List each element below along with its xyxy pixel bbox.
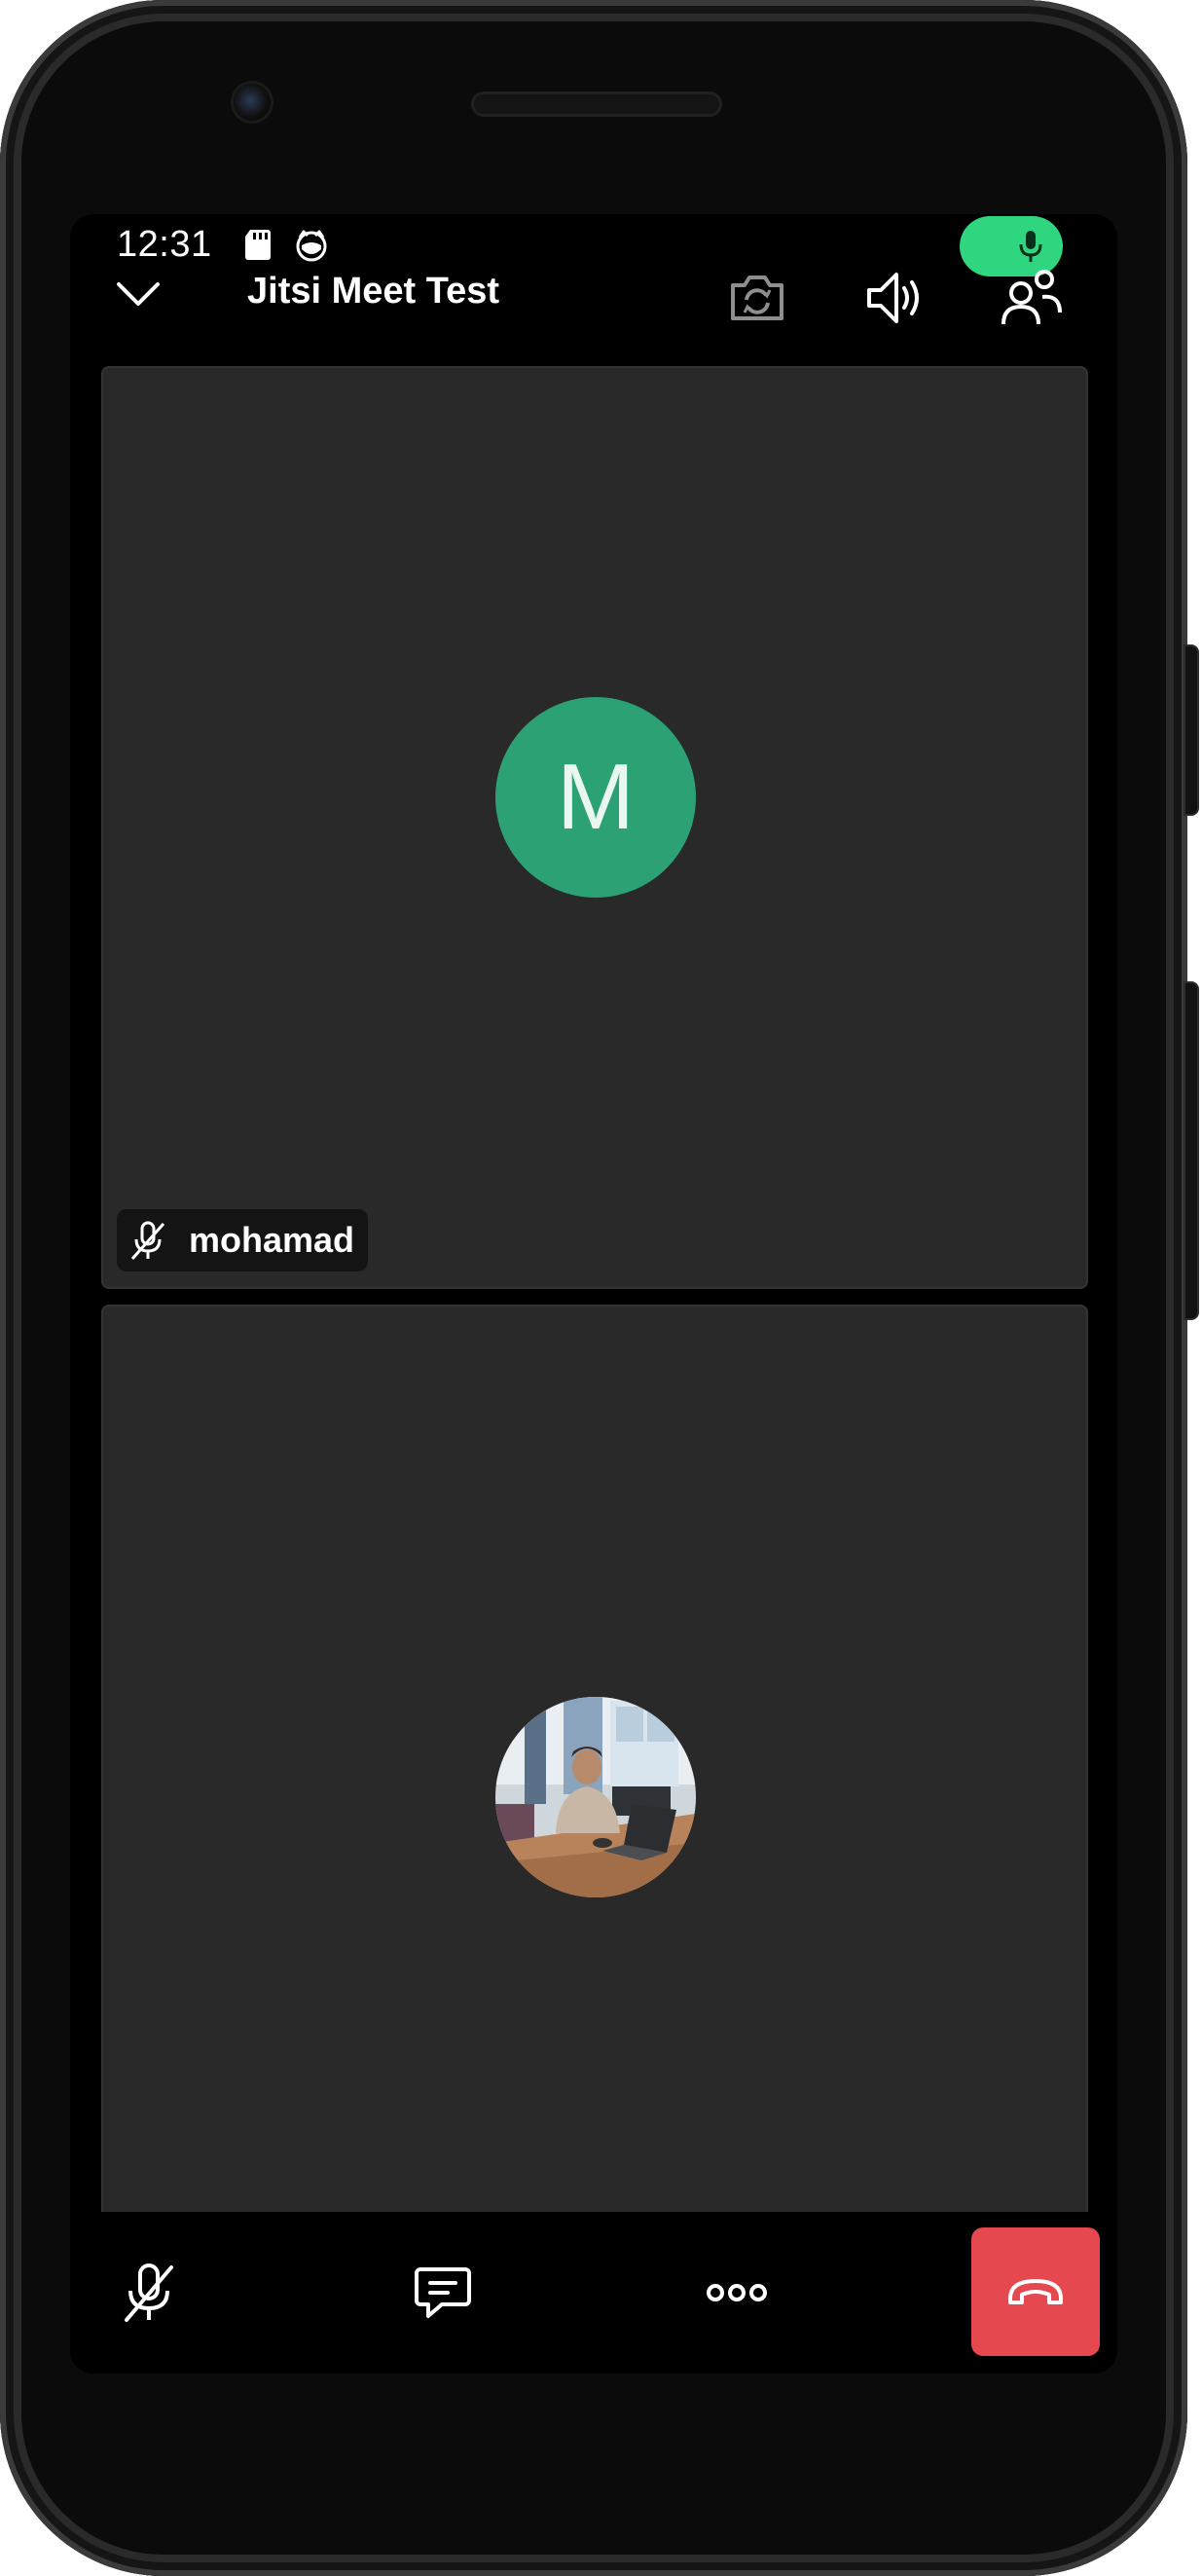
- status-time: 12:31: [117, 224, 212, 265]
- switch-camera-icon[interactable]: [722, 263, 792, 333]
- hangup-button[interactable]: [971, 2227, 1100, 2356]
- phone-frame: 12:31 Jitsi Meet Test M mohamad: [0, 0, 1197, 2576]
- more-options-icon[interactable]: [683, 2239, 790, 2346]
- cat-face-icon: [294, 228, 327, 262]
- avatar-photo: [495, 1697, 696, 1897]
- power-button: [1185, 646, 1197, 814]
- chat-icon[interactable]: [389, 2239, 496, 2346]
- participant-tile[interactable]: M mohamad: [101, 366, 1088, 1289]
- front-camera: [234, 84, 271, 121]
- avatar: M: [495, 697, 696, 898]
- bottom-toolbar: [70, 2212, 1117, 2374]
- participant-name-tag: mohamad: [117, 1209, 369, 1271]
- earpiece-speaker: [471, 92, 722, 117]
- participants-icon[interactable]: [997, 263, 1067, 333]
- volume-button: [1185, 983, 1197, 1318]
- chevron-down-icon[interactable]: [113, 269, 164, 319]
- app-screen: 12:31 Jitsi Meet Test M mohamad: [70, 214, 1117, 2374]
- microphone-icon: [1019, 231, 1042, 262]
- local-participant-tile[interactable]: [101, 1305, 1088, 2220]
- hangup-icon: [1008, 2279, 1063, 2304]
- mic-off-icon[interactable]: [95, 2239, 202, 2346]
- sd-card-icon: [241, 228, 274, 261]
- room-title: Jitsi Meet Test: [222, 271, 526, 378]
- participant-name: mohamad: [189, 1220, 355, 1260]
- speaker-icon[interactable]: [860, 263, 930, 333]
- mic-off-icon: [130, 1221, 165, 1260]
